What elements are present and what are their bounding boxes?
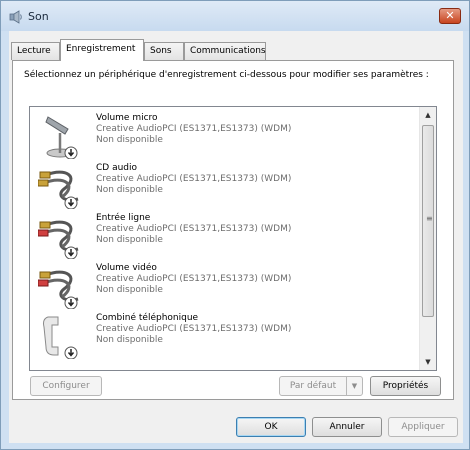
list-item-combine-telephonique[interactable]: Combiné téléphonique Creative AudioPCI (… (30, 311, 420, 361)
scroll-up-button[interactable]: ▲ (420, 107, 436, 123)
tab-sons[interactable]: Sons (144, 42, 184, 60)
title-bar[interactable]: Son ✕ (1, 1, 469, 31)
device-status: Non disponible (96, 135, 163, 145)
device-status: Non disponible (96, 185, 163, 195)
device-driver: Creative AudioPCI (ES1371,ES1373) (WDM) (96, 324, 292, 334)
device-name: Volume vidéo (96, 263, 157, 273)
dialog-body: Lecture Enregistrement Sons Communicatio… (9, 31, 463, 443)
close-icon: ✕ (445, 9, 455, 22)
speaker-icon (9, 10, 22, 24)
rca-cable-icon (38, 270, 79, 309)
rca-cable-icon (38, 220, 79, 259)
grip-icon: ≡ (426, 214, 433, 223)
device-name: Combiné téléphonique (96, 313, 199, 323)
list-item-volume-micro[interactable]: Volume micro Creative AudioPCI (ES1371,E… (30, 111, 420, 161)
list-item-volume-video[interactable]: Volume vidéo Creative AudioPCI (ES1371,E… (30, 261, 420, 311)
device-status: Non disponible (96, 335, 163, 345)
cancel-button[interactable]: Annuler (312, 417, 382, 437)
telephone-handset-icon (43, 316, 78, 359)
scroll-down-button[interactable]: ▼ (420, 354, 436, 370)
device-name: CD audio (96, 163, 138, 173)
device-driver: Creative AudioPCI (ES1371,ES1373) (WDM) (96, 274, 292, 284)
device-driver: Creative AudioPCI (ES1371,ES1373) (WDM) (96, 124, 292, 134)
properties-button[interactable]: Propriétés (370, 376, 441, 396)
device-driver: Creative AudioPCI (ES1371,ES1373) (WDM) (96, 174, 292, 184)
ok-button[interactable]: OK (236, 417, 306, 437)
recording-device-list[interactable]: Volume micro Creative AudioPCI (ES1371,E… (29, 106, 437, 371)
device-driver: Creative AudioPCI (ES1371,ES1373) (WDM) (96, 224, 292, 234)
tab-lecture[interactable]: Lecture (11, 42, 60, 60)
sound-dialog: Son ✕ Lecture Enregistrement Sons Commun… (0, 0, 470, 450)
device-name: Entrée ligne (96, 213, 151, 223)
device-status: Non disponible (96, 285, 163, 295)
set-default-button[interactable]: Par défaut ▼ (279, 376, 363, 396)
device-name: Volume micro (96, 113, 158, 123)
recording-tab-panel: Sélectionnez un périphérique d'enregistr… (12, 60, 454, 400)
window-title: Son (28, 10, 49, 23)
configure-button[interactable]: Configurer (30, 376, 102, 396)
list-item-cd-audio[interactable]: CD audio Creative AudioPCI (ES1371,ES137… (30, 161, 420, 211)
tab-enregistrement[interactable]: Enregistrement (60, 39, 144, 61)
set-default-label: Par défaut (289, 381, 337, 391)
tab-communications[interactable]: Communications (184, 42, 266, 60)
list-item-entree-ligne[interactable]: Entrée ligne Creative AudioPCI (ES1371,E… (30, 211, 420, 261)
chevron-down-icon[interactable]: ▼ (346, 377, 362, 395)
apply-button[interactable]: Appliquer (388, 417, 458, 437)
rca-cable-icon (38, 170, 79, 209)
vertical-scrollbar[interactable]: ▲ ≡ ▼ (419, 107, 436, 370)
device-status: Non disponible (96, 235, 163, 245)
close-button[interactable]: ✕ (439, 8, 461, 24)
scroll-thumb[interactable]: ≡ (422, 125, 434, 317)
instruction-text: Sélectionnez un périphérique d'enregistr… (24, 70, 429, 80)
microphone-icon (45, 116, 78, 159)
